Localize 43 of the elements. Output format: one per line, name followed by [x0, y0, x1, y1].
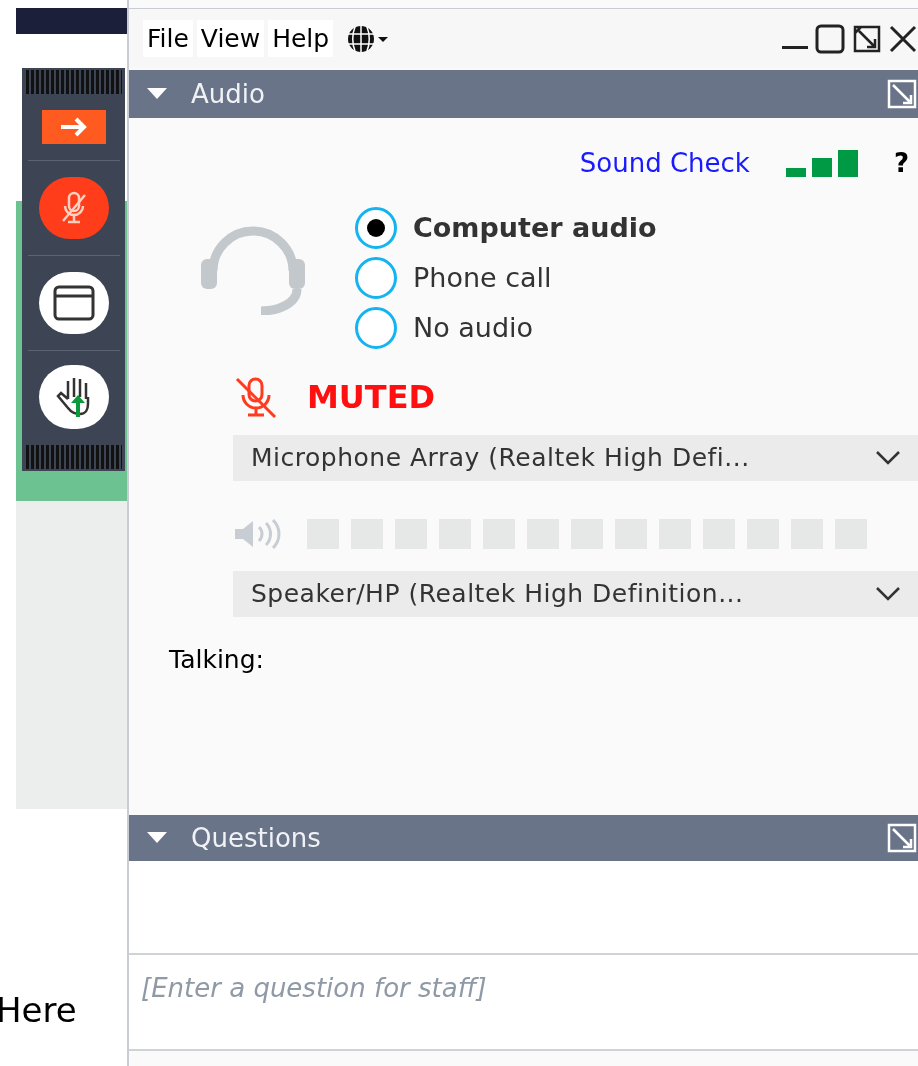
undock-icon[interactable] — [887, 823, 917, 853]
radio-button[interactable] — [355, 207, 397, 249]
collapse-button[interactable] — [41, 110, 106, 144]
undock-icon — [853, 24, 881, 53]
radio-label: Phone call — [413, 260, 552, 295]
audio-header[interactable]: Audio — [129, 70, 918, 118]
radio-button[interactable] — [355, 307, 397, 349]
globe-icon — [345, 23, 390, 54]
undock-icon[interactable] — [887, 79, 917, 109]
help-button[interactable]: ? — [893, 144, 909, 183]
signal-bars-icon — [785, 149, 860, 178]
background-text: Here — [0, 989, 77, 1032]
chevron-down-icon — [875, 586, 901, 602]
question-input[interactable]: [Enter a question for staff] — [129, 955, 918, 1051]
menu-item[interactable]: View — [196, 19, 265, 58]
muted-microphone-icon — [233, 375, 279, 419]
muted-status: MUTED — [307, 377, 436, 418]
sound-check-link[interactable]: Sound Check — [579, 144, 750, 183]
panel-title: Questions — [191, 821, 321, 855]
radio-label: No audio — [413, 310, 534, 345]
undock-button[interactable] — [853, 24, 881, 53]
maximize-icon — [815, 23, 845, 54]
radio-button[interactable] — [355, 257, 397, 299]
chevron-down-icon — [875, 450, 901, 466]
language-button[interactable] — [345, 23, 390, 54]
speaker-dropdown[interactable]: Speaker/HP (Realtek High Definition... — [233, 571, 918, 617]
window-icon — [51, 284, 96, 322]
panel-title: Audio — [191, 77, 265, 111]
radio-label: Computer audio — [413, 210, 657, 245]
close-icon — [889, 24, 917, 53]
menu-item[interactable]: File — [143, 19, 193, 58]
menu-item[interactable]: Help — [268, 19, 334, 58]
talking-label: Talking: — [169, 644, 264, 676]
questions-header[interactable]: Questions — [129, 815, 918, 861]
collapse-triangle-icon — [147, 832, 167, 844]
grip-handle[interactable] — [25, 445, 122, 469]
grip-handle[interactable] — [25, 70, 122, 94]
maximize-button[interactable] — [815, 23, 845, 54]
collapse-triangle-icon — [147, 88, 167, 100]
close-button[interactable] — [889, 24, 917, 53]
speaker-icon — [233, 519, 283, 549]
minimize-icon — [782, 45, 808, 50]
microphone-dropdown[interactable]: Microphone Array (Realtek High Defi... — [233, 435, 918, 481]
